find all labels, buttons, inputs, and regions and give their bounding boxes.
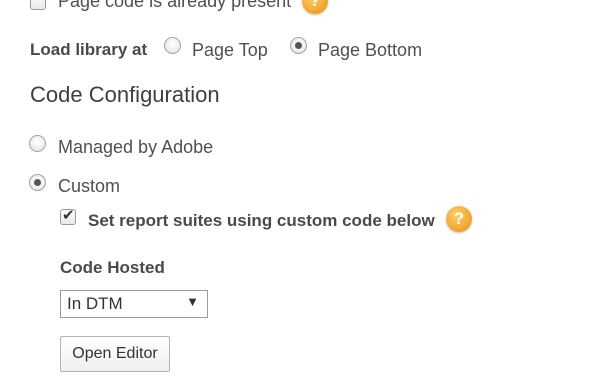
page-bottom-label: Page Bottom (318, 40, 423, 60)
load-library-label: Load library at (30, 40, 148, 59)
page-code-present-checkbox[interactable] (30, 0, 46, 10)
set-report-suites-checkbox[interactable]: ✔ (60, 206, 76, 225)
help-icon[interactable]: ? (302, 0, 328, 14)
radio-custom[interactable] (29, 174, 46, 191)
code-hosted-label: Code Hosted (60, 258, 165, 277)
custom-label: Custom (58, 176, 121, 196)
open-editor-button[interactable]: Open Editor (60, 336, 170, 372)
radio-selected-dot (34, 179, 41, 186)
set-report-suites-label: Set report suites using custom code belo… (88, 211, 435, 230)
radio-managed-by-adobe[interactable] (29, 135, 46, 152)
radio-page-top[interactable] (164, 37, 181, 54)
code-configuration-title: Code Configuration (30, 82, 220, 107)
radio-selected-dot (295, 42, 302, 49)
radio-page-bottom[interactable] (290, 37, 307, 54)
help-icon[interactable]: ? (446, 206, 472, 232)
chevron-down-icon: ▼ (186, 294, 199, 309)
page-top-label: Page Top (192, 40, 268, 60)
checkmark-icon: ✔ (62, 206, 75, 224)
page-code-present-label: Page code is already present (58, 0, 292, 11)
code-hosted-select[interactable]: In DTM ▼ (60, 290, 208, 318)
managed-by-adobe-label: Managed by Adobe (58, 137, 214, 157)
code-hosted-value: In DTM (67, 294, 123, 313)
